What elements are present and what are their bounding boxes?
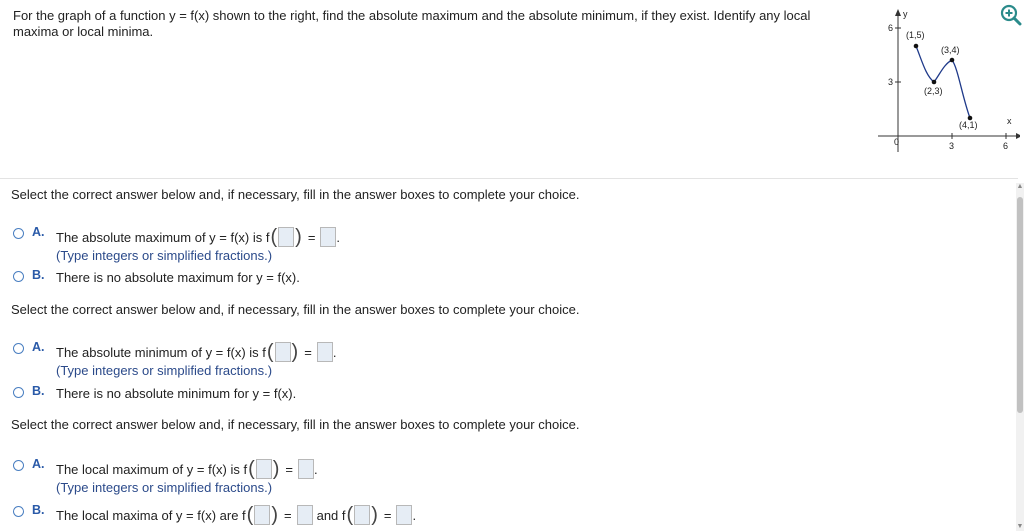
answer-box-x[interactable]	[274, 342, 291, 362]
scrollbar[interactable]: ▲ ▼	[1016, 183, 1024, 531]
option-text: The absolute minimum of y = f(x) is f ( …	[56, 342, 336, 362]
period: .	[336, 229, 341, 245]
period: .	[332, 344, 337, 360]
option-letter: A.	[32, 225, 45, 239]
answer-box-value[interactable]	[316, 342, 333, 362]
radio-button[interactable]	[13, 343, 24, 354]
option-text: The absolute maximum of y = f(x) is f ( …	[56, 227, 340, 247]
scroll-thumb[interactable]	[1017, 197, 1023, 413]
option-text: There is no absolute maximum for y = f(x…	[56, 270, 300, 285]
option-prefix: The absolute minimum of y = f(x) is f	[56, 344, 266, 360]
instruction-text: Select the correct answer below and, if …	[11, 187, 580, 202]
equals-sign: =	[307, 229, 316, 245]
option-text: The local maximum of y = f(x) is f ( ) =…	[56, 459, 318, 479]
y-axis-label: y	[903, 9, 908, 19]
option-letter: A.	[32, 457, 45, 471]
option-letter: B.	[32, 503, 45, 517]
scroll-down-arrow[interactable]: ▼	[1016, 523, 1024, 531]
x-axis-label: x	[1007, 116, 1012, 126]
period: .	[314, 461, 318, 477]
open-paren: (	[248, 458, 255, 480]
radio-button[interactable]	[13, 460, 24, 471]
x-axis-arrow	[1016, 133, 1020, 139]
point-label-2-3: (2,3)	[924, 86, 943, 96]
y-axis-arrow	[895, 9, 901, 16]
equals-sign: =	[284, 507, 292, 523]
option-prefix: The absolute maximum of y = f(x) is f	[56, 229, 270, 245]
origin-label: 0	[894, 137, 899, 147]
close-paren: )	[371, 504, 378, 526]
answer-box-value1[interactable]	[296, 505, 313, 525]
function-graph: y x 6 3 3 6 0 (1,5) (2,3) (3,4) (4,1)	[878, 9, 1020, 152]
close-paren: )	[291, 341, 299, 363]
x-tick-label-6: 6	[1003, 141, 1008, 151]
option-prefix: The local maxima of y = f(x) are f	[56, 507, 246, 523]
open-paren: (	[246, 504, 254, 526]
point-3-4	[949, 57, 955, 63]
instruction-text: Select the correct answer below and, if …	[11, 417, 580, 432]
point-label-3-4: (3,4)	[941, 45, 960, 55]
close-paren: )	[271, 504, 278, 526]
y-tick-label-3: 3	[888, 77, 893, 87]
scroll-up-arrow[interactable]: ▲	[1016, 183, 1024, 191]
instruction-text: Select the correct answer below and, if …	[11, 302, 580, 317]
answer-box-value[interactable]	[298, 459, 315, 479]
radio-button[interactable]	[13, 506, 24, 517]
option-letter: B.	[32, 268, 45, 282]
radio-button[interactable]	[13, 228, 24, 239]
equals-sign: =	[383, 507, 392, 523]
radio-button[interactable]	[13, 271, 24, 282]
point-2-3	[931, 79, 937, 85]
close-paren: )	[295, 226, 302, 248]
equals-sign: =	[304, 344, 312, 360]
hint-text: (Type integers or simplified fractions.)	[56, 480, 273, 495]
and-text: and f	[316, 507, 346, 523]
equals-sign: =	[285, 461, 294, 477]
open-paren: (	[346, 504, 354, 526]
point-1-5	[913, 43, 919, 49]
option-text: There is no absolute minimum for y = f(x…	[56, 386, 297, 401]
period: .	[412, 507, 417, 523]
close-paren: )	[272, 458, 280, 480]
divider	[0, 178, 1018, 179]
open-paren: (	[266, 341, 274, 363]
answer-box-value[interactable]	[320, 227, 337, 247]
y-tick-label-6: 6	[888, 23, 893, 33]
answer-box-x1[interactable]	[254, 505, 271, 525]
answer-box-value2[interactable]	[396, 505, 413, 525]
answer-box-x[interactable]	[255, 459, 272, 479]
function-curve	[915, 45, 971, 119]
answer-box-x2[interactable]	[354, 505, 371, 525]
option-letter: B.	[32, 384, 45, 398]
hint-text: (Type integers or simplified fractions.)	[56, 248, 273, 263]
answer-box-x[interactable]	[278, 227, 295, 247]
open-paren: (	[270, 226, 278, 248]
x-tick-label-3: 3	[949, 141, 954, 151]
hint-text: (Type integers or simplified fractions.)	[56, 363, 273, 378]
point-label-4-1: (4,1)	[959, 120, 978, 130]
point-label-1-5: (1,5)	[906, 30, 925, 40]
option-prefix: The local maximum of y = f(x) is f	[56, 461, 248, 477]
radio-button[interactable]	[13, 387, 24, 398]
question-text: For the graph of a function y = f(x) sho…	[13, 8, 811, 39]
option-text: The local maxima of y = f(x) are f ( ) =…	[56, 505, 416, 525]
option-letter: A.	[32, 340, 45, 354]
